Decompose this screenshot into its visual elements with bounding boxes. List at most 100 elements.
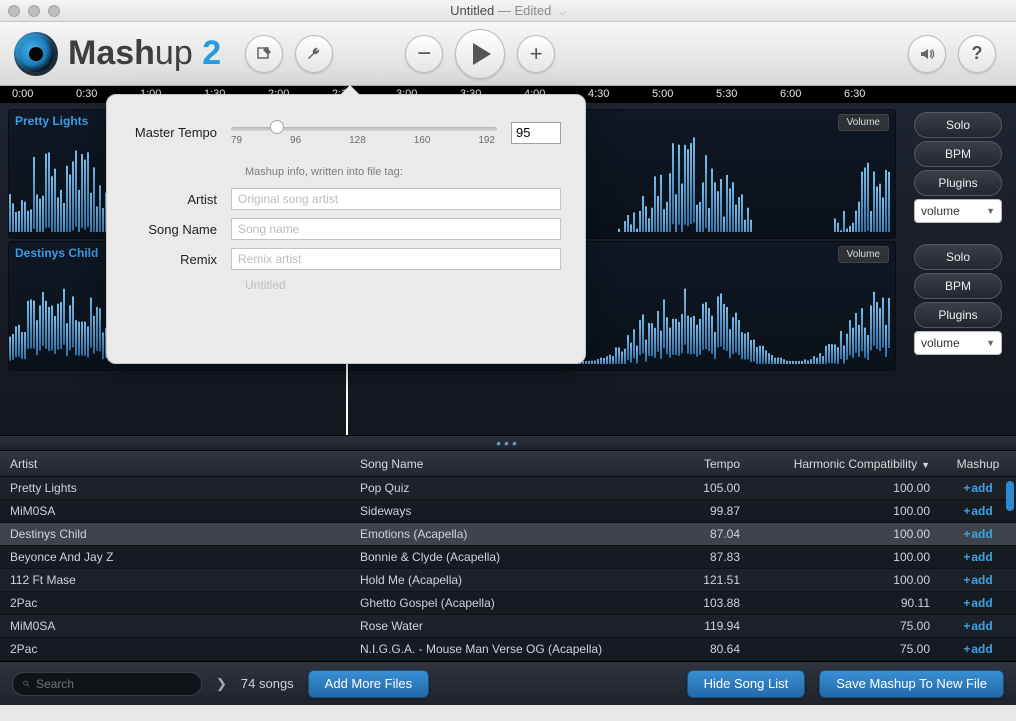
- help-button[interactable]: ?: [958, 35, 996, 73]
- settings-button[interactable]: [295, 35, 333, 73]
- wrench-icon: [306, 46, 322, 62]
- cell-song: N.I.G.G.A. - Mouse Man Verse OG (Acapell…: [350, 642, 650, 656]
- song-name-label: Song Name: [131, 222, 231, 237]
- cell-artist: 2Pac: [0, 642, 350, 656]
- add-to-mashup-button[interactable]: +add: [963, 550, 992, 564]
- cell-song: Emotions (Acapella): [350, 527, 650, 541]
- cell-harmonic: 100.00: [750, 481, 940, 495]
- cell-tempo: 87.83: [650, 550, 750, 564]
- add-more-files-button[interactable]: Add More Files: [308, 670, 429, 698]
- search-input[interactable]: [36, 677, 191, 691]
- cell-song: Ghetto Gospel (Acapella): [350, 596, 650, 610]
- hide-song-list-button[interactable]: Hide Song List: [687, 670, 806, 698]
- traffic-lights: [8, 5, 60, 17]
- song-table-header: Artist Song Name Tempo Harmonic Compatib…: [0, 451, 1016, 477]
- header-tempo[interactable]: Tempo: [650, 457, 750, 471]
- computed-mashup-name: Untitled: [245, 278, 561, 292]
- plus-icon: +: [530, 43, 543, 65]
- minimize-window-button[interactable]: [28, 5, 40, 17]
- zoom-out-button[interactable]: −: [405, 35, 443, 73]
- tempo-tick: 79: [231, 135, 242, 146]
- track-2-volume-select[interactable]: volume ▼: [914, 331, 1002, 355]
- header-harmonic[interactable]: Harmonic Compatibility▼: [750, 457, 940, 471]
- track-1-solo-button[interactable]: Solo: [914, 112, 1002, 138]
- tempo-input[interactable]: [511, 122, 561, 144]
- artist-input[interactable]: [231, 188, 561, 210]
- bottom-toolbar: ❯ 74 songs Add More Files Hide Song List…: [0, 661, 1016, 705]
- track-2-plugins-button[interactable]: Plugins: [914, 302, 1002, 328]
- ruler-tick: 4:30: [588, 88, 609, 100]
- add-to-mashup-button[interactable]: +add: [963, 642, 992, 656]
- save-mashup-button[interactable]: Save Mashup To New File: [819, 670, 1004, 698]
- window-titlebar: Untitled — Edited ⌵: [0, 0, 1016, 22]
- song-name-input[interactable]: [231, 218, 561, 240]
- remix-input[interactable]: [231, 248, 561, 270]
- track-2-bpm-button[interactable]: BPM: [914, 273, 1002, 299]
- add-to-mashup-button[interactable]: +add: [963, 481, 992, 495]
- ruler-tick: 5:30: [716, 88, 737, 100]
- zoom-in-button[interactable]: +: [517, 35, 555, 73]
- track-1-plugins-button[interactable]: Plugins: [914, 170, 1002, 196]
- track-2-side-panel: Solo BPM Plugins volume ▼: [908, 241, 1008, 358]
- artist-label: Artist: [131, 192, 231, 207]
- cell-harmonic: 90.11: [750, 596, 940, 610]
- song-row[interactable]: MiM0SASideways99.87100.00+add: [0, 500, 1016, 523]
- cell-harmonic: 75.00: [750, 619, 940, 633]
- song-library: Artist Song Name Tempo Harmonic Compatib…: [0, 451, 1016, 661]
- cell-harmonic: 100.00: [750, 527, 940, 541]
- song-row[interactable]: Beyonce And Jay ZBonnie & Clyde (Acapell…: [0, 546, 1016, 569]
- cell-artist: MiM0SA: [0, 619, 350, 633]
- chevron-down-icon: ▼: [986, 206, 995, 216]
- add-to-mashup-button[interactable]: +add: [963, 504, 992, 518]
- main-toolbar: Mashup 2 − + ?: [0, 22, 1016, 86]
- edit-button[interactable]: [245, 35, 283, 73]
- track-2-volume-tag[interactable]: Volume: [838, 246, 889, 263]
- speaker-icon: [919, 46, 935, 62]
- search-box[interactable]: [12, 672, 202, 696]
- close-window-button[interactable]: [8, 5, 20, 17]
- song-row[interactable]: Destinys ChildEmotions (Acapella)87.0410…: [0, 523, 1016, 546]
- cell-artist: Pretty Lights: [0, 481, 350, 495]
- add-to-mashup-button[interactable]: +add: [963, 619, 992, 633]
- cell-artist: Beyonce And Jay Z: [0, 550, 350, 564]
- scrollbar-thumb[interactable]: [1006, 481, 1014, 511]
- play-icon: [473, 43, 491, 65]
- mashup-info-note: Mashup info, written into file tag:: [245, 166, 561, 178]
- help-icon: ?: [972, 43, 983, 64]
- zoom-window-button[interactable]: [48, 5, 60, 17]
- song-row[interactable]: 2PacN.I.G.G.A. - Mouse Man Verse OG (Aca…: [0, 638, 1016, 661]
- add-to-mashup-button[interactable]: +add: [963, 573, 992, 587]
- header-mashup[interactable]: Mashup: [940, 457, 1016, 471]
- tempo-slider[interactable]: 7996128160192: [231, 119, 511, 146]
- audio-output-button[interactable]: [908, 35, 946, 73]
- song-row[interactable]: 2PacGhetto Gospel (Acapella)103.8890.11+…: [0, 592, 1016, 615]
- cell-artist: Destinys Child: [0, 527, 350, 541]
- song-row[interactable]: Pretty LightsPop Quiz105.00100.00+add: [0, 477, 1016, 500]
- track-1-volume-tag[interactable]: Volume: [838, 114, 889, 131]
- cell-song: Hold Me (Acapella): [350, 573, 650, 587]
- song-row[interactable]: MiM0SARose Water119.9475.00+add: [0, 615, 1016, 638]
- app-name: Mashup 2: [68, 34, 221, 73]
- track-2-volume-label: volume: [921, 336, 960, 350]
- tempo-tick: 128: [349, 135, 366, 146]
- track-1-volume-select[interactable]: volume ▼: [914, 199, 1002, 223]
- chevron-down-icon[interactable]: ⌵: [559, 7, 566, 18]
- play-button[interactable]: [455, 29, 505, 79]
- add-to-mashup-button[interactable]: +add: [963, 527, 992, 541]
- cell-song: Rose Water: [350, 619, 650, 633]
- track-1-side-panel: Solo BPM Plugins volume ▼: [908, 109, 1008, 226]
- header-song[interactable]: Song Name: [350, 457, 650, 471]
- song-row[interactable]: 112 Ft MaseHold Me (Acapella)121.51100.0…: [0, 569, 1016, 592]
- song-table-body: Pretty LightsPop Quiz105.00100.00+addMiM…: [0, 477, 1016, 661]
- track-1-label: Pretty Lights: [15, 114, 88, 128]
- track-2-solo-button[interactable]: Solo: [914, 244, 1002, 270]
- track-1-bpm-button[interactable]: BPM: [914, 141, 1002, 167]
- settings-popover: Master Tempo 7996128160192 Mashup info, …: [106, 94, 586, 364]
- add-to-mashup-button[interactable]: +add: [963, 596, 992, 610]
- window-status: Edited: [515, 3, 552, 18]
- header-artist[interactable]: Artist: [0, 457, 350, 471]
- ruler-tick: 5:00: [652, 88, 673, 100]
- cell-song: Sideways: [350, 504, 650, 518]
- panel-resize-grip[interactable]: •••: [0, 435, 1016, 451]
- window-title-text: Untitled: [450, 3, 494, 18]
